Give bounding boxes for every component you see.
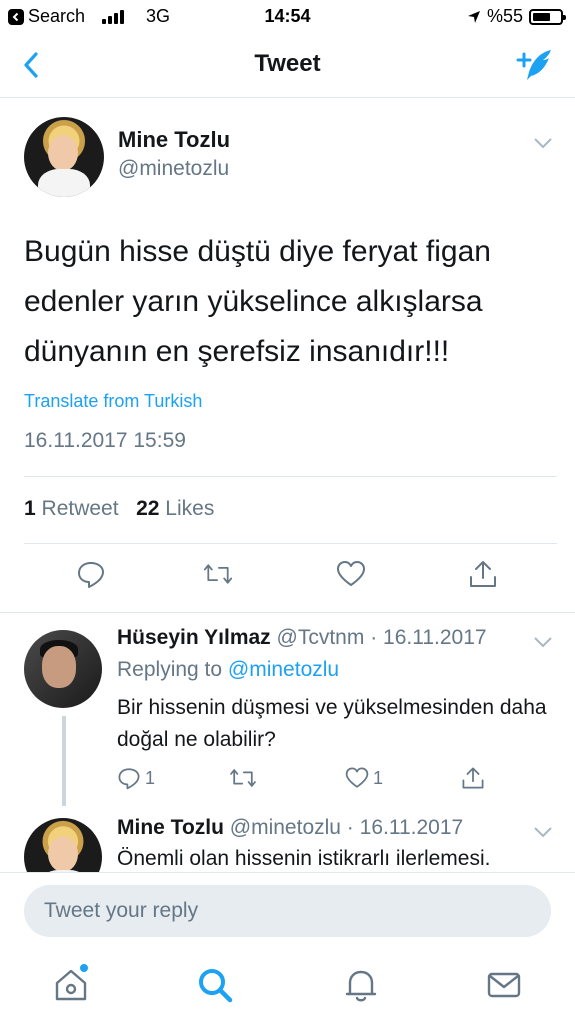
translate-link[interactable]: Translate from Turkish	[24, 391, 202, 412]
tab-bar	[0, 952, 575, 1024]
reply-tweet[interactable]: Mine Tozlu @minetozlu · 16.11.2017 Öneml…	[0, 814, 575, 874]
caret-down-icon[interactable]	[533, 636, 553, 648]
reply-header: Hüseyin Yılmaz @Tcvtnm · 16.11.2017	[117, 626, 487, 650]
reply-input[interactable]	[24, 885, 551, 937]
divider	[24, 543, 557, 544]
messages-icon[interactable]	[485, 966, 523, 1004]
likes-stat-label: Likes	[165, 497, 215, 520]
likes-count: 22	[136, 497, 160, 520]
likes-stat[interactable]: 22 Likes	[136, 497, 214, 520]
tweet-actions	[0, 559, 575, 599]
retweet-action[interactable]	[229, 766, 257, 790]
retweet-stat[interactable]: 1 Retweet	[24, 497, 119, 520]
divider	[0, 612, 575, 613]
reply-icon[interactable]	[76, 559, 106, 589]
search-icon[interactable]	[196, 966, 234, 1004]
avatar[interactable]	[24, 818, 102, 874]
reply-author-name[interactable]: Mine Tozlu	[117, 816, 224, 839]
reply-action[interactable]: 1	[117, 766, 155, 790]
reply-actions: 1 1	[117, 766, 557, 796]
reply-author-name[interactable]: Hüseyin Yılmaz	[117, 626, 271, 649]
tweet-stats: 1 Retweet 22 Likes	[24, 497, 214, 521]
compose-tweet-icon[interactable]	[515, 46, 555, 86]
share-action[interactable]	[461, 766, 485, 790]
status-bar: Search 3G 14:54 %55	[0, 0, 575, 34]
divider	[24, 476, 557, 477]
reply-composer	[0, 872, 575, 952]
caret-down-icon[interactable]	[533, 137, 553, 149]
reply-count: 1	[145, 767, 156, 788]
location-icon	[467, 10, 480, 23]
retweet-icon[interactable]	[203, 559, 233, 589]
page-title: Tweet	[254, 50, 321, 77]
caret-down-icon[interactable]	[533, 826, 553, 838]
retweet-icon	[230, 769, 256, 787]
replying-prefix: Replying to	[117, 658, 223, 681]
tweet-text: Bugün hisse düştü diye feryat figan eden…	[24, 235, 491, 368]
like-icon[interactable]	[336, 559, 366, 589]
tweet-timestamp: 16.11.2017 15:59	[24, 429, 186, 452]
like-icon	[345, 767, 369, 788]
retweet-count: 1	[24, 497, 36, 520]
reply-header: Mine Tozlu @minetozlu · 16.11.2017	[117, 816, 463, 840]
author-handle[interactable]: @minetozlu	[118, 157, 229, 181]
author-name[interactable]: Mine Tozlu	[118, 127, 230, 153]
retweet-stat-label: Retweet	[41, 497, 119, 520]
battery-icon	[529, 8, 566, 25]
like-action[interactable]: 1	[345, 766, 383, 790]
reply-meta: @minetozlu · 16.11.2017	[229, 816, 464, 839]
reply-text: Önemli olan hissenin istikrarlı ilerleme…	[117, 847, 491, 870]
share-icon	[462, 767, 484, 789]
reply-tweet[interactable]: Hüseyin Yılmaz @Tcvtnm · 16.11.2017 Repl…	[0, 626, 575, 816]
avatar[interactable]	[24, 630, 102, 708]
mention-link[interactable]: @minetozlu	[228, 658, 339, 681]
thread-line	[62, 716, 66, 806]
nav-bar: Tweet	[0, 34, 575, 98]
replying-to: Replying to @minetozlu	[117, 658, 339, 682]
reply-meta: @Tcvtnm · 16.11.2017	[276, 626, 487, 649]
battery-percent: %55	[486, 6, 523, 26]
like-count: 1	[373, 767, 384, 788]
reply-icon	[118, 768, 140, 790]
avatar[interactable]	[24, 117, 104, 197]
share-icon[interactable]	[468, 559, 498, 589]
notifications-icon[interactable]	[342, 966, 380, 1004]
reply-text: Bir hissenin düşmesi ve yükselmesinden d…	[117, 696, 547, 751]
home-notification-dot	[80, 964, 88, 972]
